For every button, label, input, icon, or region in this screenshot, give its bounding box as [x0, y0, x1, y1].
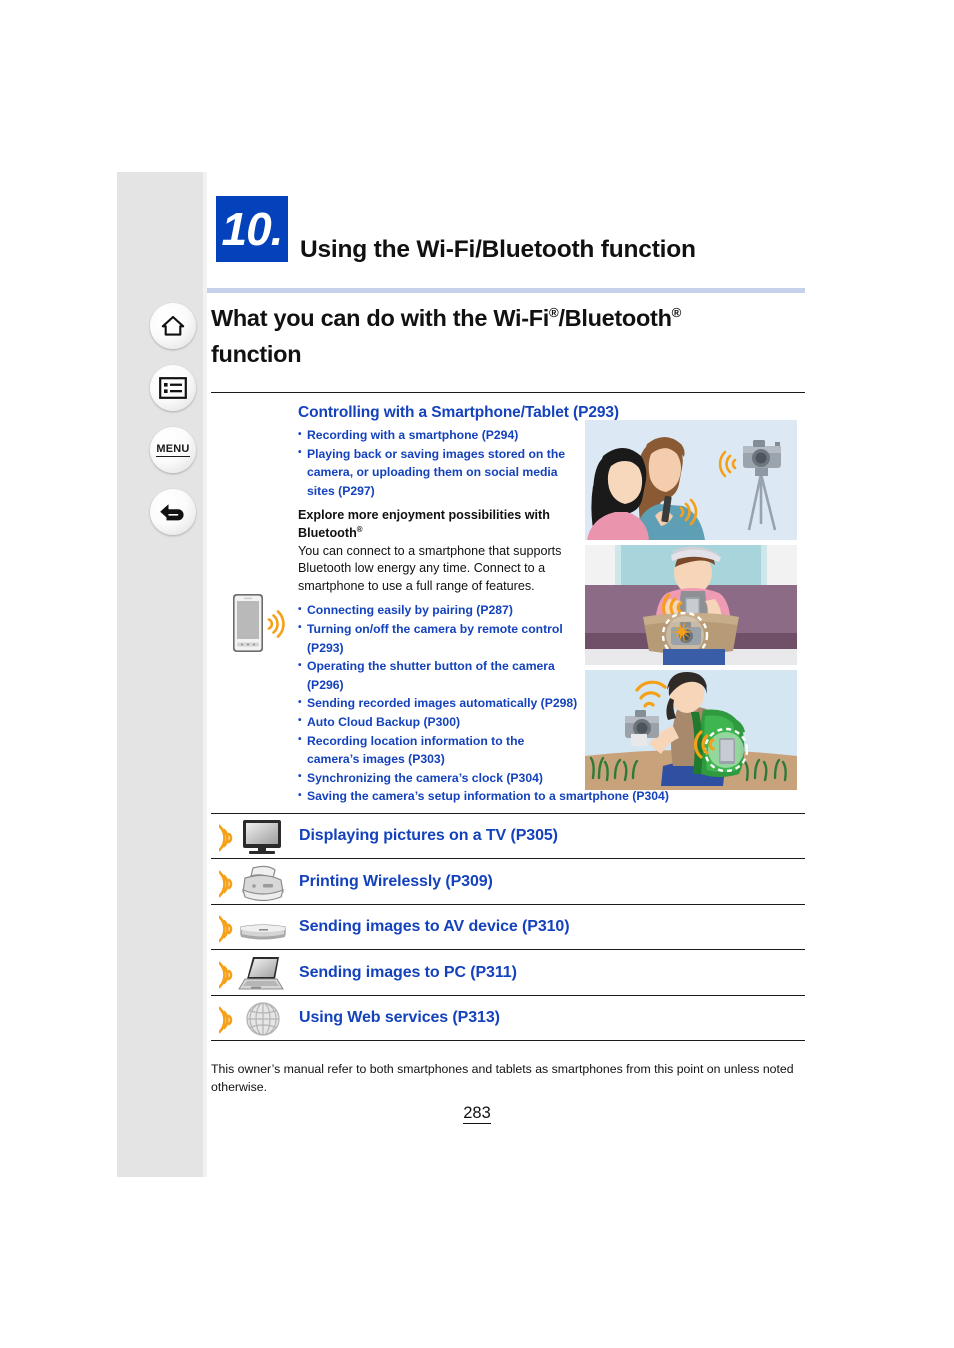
sidebar-item-menu[interactable]: MENU — [150, 427, 196, 473]
page-title-part2: /Bluetooth — [558, 305, 672, 331]
list-item[interactable]: Playing back or saving images stored on … — [298, 444, 578, 501]
content-table: Controlling with a Smartphone/Tablet (P2… — [211, 392, 805, 1042]
device-label: Printing Wirelessly (P309) — [299, 872, 493, 890]
chapter-number-badge: 10. — [216, 196, 288, 262]
device-row-web[interactable]: Using Web services (P313) — [211, 994, 805, 1042]
list-item[interactable]: Turning on/off the camera by remote cont… — [298, 619, 578, 657]
printer-icon — [219, 862, 291, 902]
smartphone-section: Controlling with a Smartphone/Tablet (P2… — [211, 392, 805, 813]
bluetooth-body-text: You can connect to a smartphone that sup… — [298, 543, 562, 593]
link-label: Playing back or saving images stored on … — [307, 446, 566, 498]
link-label: Recording location information to the ca… — [307, 733, 525, 767]
hiker-camera-green-backpack-smartphone-illustration — [585, 670, 797, 790]
bluetooth-links-wide: Saving the camera’s setup information to… — [298, 787, 768, 806]
device-row-tv[interactable]: Displaying pictures on a TV (P305) — [211, 812, 805, 859]
list-item[interactable]: Saving the camera’s setup information to… — [298, 787, 768, 806]
list-item[interactable]: Auto Cloud Backup (P300) — [298, 712, 578, 732]
home-icon — [161, 315, 185, 337]
globe-icon — [219, 998, 291, 1038]
smartphone-top-links: Recording with a smartphone (P294) Playi… — [298, 426, 578, 500]
bluetooth-registered-mark: ® — [671, 305, 682, 321]
page-title-part1: What you can do with the Wi-Fi — [211, 305, 550, 331]
device-row-av[interactable]: Sending images to AV device (P310) — [211, 903, 805, 950]
menu-text-icon: MENU — [156, 442, 190, 457]
list-item[interactable]: Recording with a smartphone (P294) — [298, 426, 578, 445]
link-label: Operating the shutter button of the came… — [307, 659, 555, 692]
person-on-train-smartphone-camera-in-bag-illustration — [585, 545, 797, 665]
list-item[interactable]: Recording location information to the ca… — [298, 731, 578, 769]
sidebar-item-contents[interactable] — [150, 365, 196, 411]
link-label: Saving the camera’s setup information to… — [307, 789, 669, 804]
chapter-divider — [207, 288, 805, 293]
page-title-part3: function — [211, 341, 302, 367]
device-label: Sending images to PC (P311) — [299, 963, 517, 981]
two-women-smartphone-camera-tripod-illustration — [585, 420, 797, 540]
sidebar-item-back[interactable] — [150, 489, 196, 535]
sidebar-panel-edge — [203, 172, 207, 1177]
list-item[interactable]: Synchronizing the camera’s clock (P304) — [298, 768, 578, 788]
page-title: What you can do with the Wi-Fi ®/Bluetoot… — [211, 300, 811, 372]
chapter-title: Using the Wi-Fi/Bluetooth function — [300, 236, 696, 263]
link-label: Connecting easily by pairing (P287) — [307, 603, 513, 618]
link-label: Sending recorded images automatically (P… — [307, 696, 578, 711]
page-number-value: 283 — [463, 1104, 491, 1124]
link-label: Auto Cloud Backup (P300) — [307, 714, 461, 729]
list-item[interactable]: Sending recorded images automatically (P… — [298, 694, 578, 713]
back-arrow-icon — [159, 500, 187, 524]
page-number: 283 — [0, 1104, 954, 1124]
list-icon — [159, 377, 187, 399]
bluetooth-subheading-text: Explore more enjoyment possibilities wit… — [298, 508, 550, 540]
bluetooth-links: Connecting easily by pairing (P287) Turn… — [298, 601, 578, 787]
link-label: Recording with a smartphone (P294) — [307, 428, 519, 442]
link-label: Turning on/off the camera by remote cont… — [307, 621, 563, 655]
device-row-pc[interactable]: Sending images to PC (P311) — [211, 949, 805, 995]
tv-icon — [219, 816, 291, 856]
device-label: Displaying pictures on a TV (P305) — [299, 827, 558, 845]
sidebar-item-home[interactable] — [150, 303, 196, 349]
device-label: Using Web services (P313) — [299, 1009, 500, 1027]
laptop-icon — [219, 953, 291, 993]
device-label: Sending images to AV device (P310) — [299, 918, 570, 936]
av-device-icon — [219, 907, 291, 947]
sidebar-nav: MENU — [150, 303, 198, 551]
bluetooth-subheading: Explore more enjoyment possibilities wit… — [298, 507, 578, 542]
device-row-printer[interactable]: Printing Wirelessly (P309) — [211, 858, 805, 904]
bluetooth-registered-mark: ® — [356, 524, 363, 534]
list-item[interactable]: Connecting easily by pairing (P287) — [298, 601, 578, 620]
list-item[interactable]: Operating the shutter button of the came… — [298, 657, 578, 694]
footnote: This owner’s manual refer to both smartp… — [211, 1062, 794, 1094]
smartphone-wireless-icon — [229, 589, 293, 659]
link-label: Synchronizing the camera’s clock (P304) — [307, 770, 543, 785]
